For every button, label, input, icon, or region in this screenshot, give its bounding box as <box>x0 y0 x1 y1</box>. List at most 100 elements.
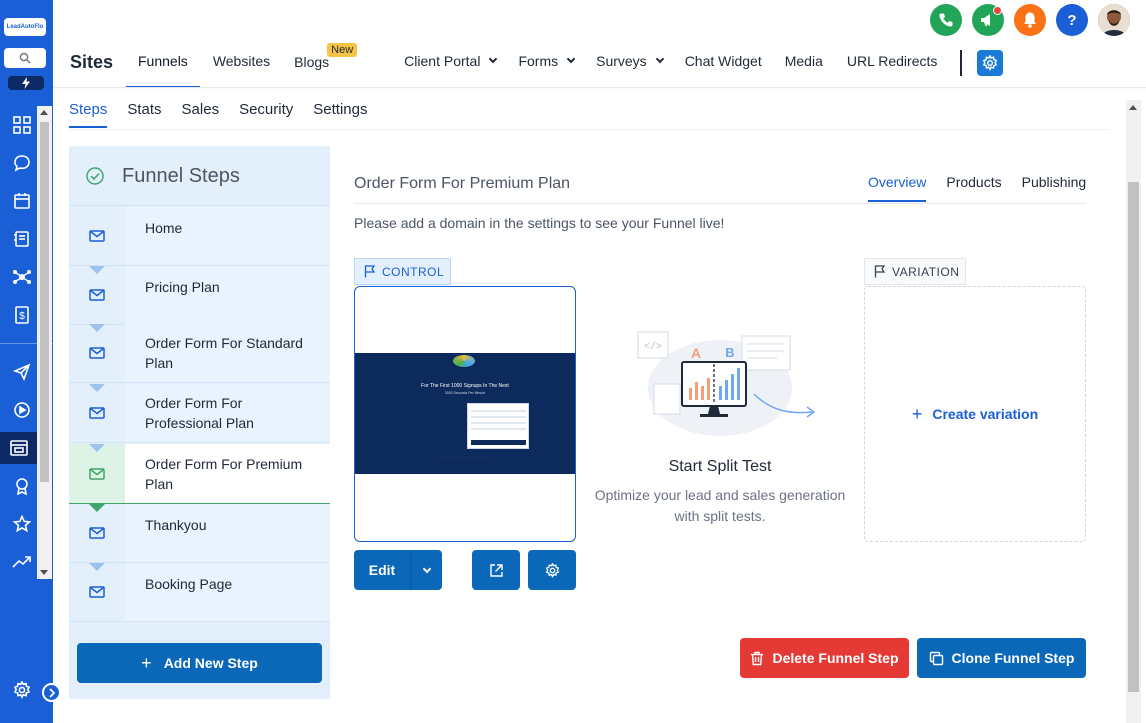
delete-funnel-step-button[interactable]: Delete Funnel Step <box>740 638 909 678</box>
conversations-nav[interactable] <box>10 151 34 175</box>
funnel-step-item[interactable]: Home <box>69 207 330 266</box>
edit-button[interactable]: Edit <box>354 550 442 590</box>
clone-funnel-step-button[interactable]: Clone Funnel Step <box>917 638 1086 678</box>
dashboard-nav[interactable] <box>10 113 34 137</box>
settings-icon <box>13 681 31 699</box>
funnel-step-item[interactable]: Booking Page <box>69 563 330 622</box>
help-button[interactable]: ? <box>1056 4 1088 36</box>
funnel-step-item[interactable]: Order Form For Professional Plan <box>69 384 330 443</box>
nav-media[interactable]: Media <box>785 44 823 88</box>
scroll-down-arrow[interactable] <box>40 570 48 575</box>
preview-logo <box>453 355 475 367</box>
help-icon: ? <box>1067 12 1076 28</box>
notifications-button[interactable] <box>1014 4 1046 36</box>
quick-actions-button[interactable] <box>8 76 44 90</box>
nav-url-redirects[interactable]: URL Redirects <box>847 44 938 88</box>
chat-icon <box>14 155 30 172</box>
scroll-thumb[interactable] <box>1128 182 1139 692</box>
tab-overview[interactable]: Overview <box>868 174 927 202</box>
preview-form-line <box>471 428 526 430</box>
svg-text:</>: </> <box>644 341 662 353</box>
nav-forms[interactable]: Forms <box>518 44 576 88</box>
page-preview-thumbnail[interactable]: For The First 1000 Signups In The Next 3… <box>354 286 576 542</box>
reviews-nav[interactable] <box>10 512 34 536</box>
bolt-icon <box>22 77 30 89</box>
reputation-nav[interactable] <box>10 474 34 498</box>
variant-b-label: B <box>725 345 734 360</box>
calendar-nav[interactable] <box>10 189 34 213</box>
search-button[interactable] <box>4 48 46 68</box>
play-icon <box>14 402 30 418</box>
tab-security[interactable]: Security <box>239 101 293 128</box>
brand-logo[interactable]: LeadAutoFlo <box>4 18 46 36</box>
funnel-step-item[interactable]: Pricing Plan <box>69 266 330 325</box>
funnel-step-item[interactable]: Order Form For Standard Plan <box>69 324 330 383</box>
avatar[interactable] <box>1098 4 1130 36</box>
reporting-nav[interactable] <box>10 550 34 574</box>
settings-nav[interactable] <box>10 678 34 702</box>
scroll-up-arrow[interactable] <box>40 110 48 115</box>
add-step-label: Add New Step <box>163 655 258 671</box>
step-connector <box>89 444 105 452</box>
mail-icon <box>89 289 105 301</box>
nav-surveys[interactable]: Surveys <box>596 44 664 88</box>
tab-steps[interactable]: Steps <box>69 101 108 128</box>
tab-products[interactable]: Products <box>946 174 1001 202</box>
step-icon-column <box>69 504 125 562</box>
network-nav[interactable] <box>10 265 34 289</box>
step-label: Order Form For Standard Plan <box>125 324 330 382</box>
create-variation-button[interactable]: + Create variation <box>912 404 1038 425</box>
payments-nav[interactable]: $ <box>10 303 34 327</box>
add-new-step-button[interactable]: + Add New Step <box>77 643 322 683</box>
search-icon <box>19 52 31 64</box>
phone-icon <box>939 13 953 27</box>
step-label: Order Form For Professional Plan <box>125 384 330 442</box>
edit-dropdown-toggle[interactable] <box>411 564 442 573</box>
sites-nav[interactable] <box>0 432 37 464</box>
preview-headline: For The First 1000 Signups In The Next <box>421 383 509 389</box>
nav-client-portal[interactable]: Client Portal <box>404 44 498 88</box>
preview-form <box>467 403 529 449</box>
phone-button[interactable] <box>930 4 962 36</box>
funnel-step-item-active[interactable]: Order Form For Premium Plan <box>69 444 330 504</box>
step-settings-button[interactable] <box>528 550 576 590</box>
nav-funnels[interactable]: Funnels <box>126 44 200 88</box>
tab-stats[interactable]: Stats <box>127 101 161 128</box>
contacts-icon <box>14 231 29 247</box>
edit-label: Edit <box>368 562 396 578</box>
marketing-nav[interactable] <box>10 360 34 384</box>
automation-nav[interactable] <box>10 398 34 422</box>
nav-websites[interactable]: Websites <box>213 44 270 88</box>
mail-icon <box>89 467 105 480</box>
scroll-up-arrow[interactable] <box>1129 105 1137 110</box>
nav-label: Funnels <box>138 53 188 69</box>
main-scrollbar[interactable] <box>1126 100 1141 723</box>
announcements-button[interactable] <box>972 4 1004 36</box>
step-icon-column <box>69 266 125 324</box>
tab-publishing[interactable]: Publishing <box>1022 174 1087 202</box>
preview-form-button <box>471 440 526 445</box>
plus-icon: + <box>911 403 923 424</box>
tab-settings[interactable]: Settings <box>313 101 367 128</box>
sites-settings-button[interactable] <box>977 50 1003 76</box>
external-link-icon <box>489 563 503 577</box>
funnel-steps-header: Funnel Steps <box>69 146 330 206</box>
funnel-step-item[interactable]: Thankyou <box>69 504 330 563</box>
nav-blogs[interactable]: Blogs New <box>294 43 358 88</box>
sidebar-scrollbar[interactable] <box>37 106 52 579</box>
nav-label: URL Redirects <box>846 53 938 69</box>
mail-icon <box>89 230 105 242</box>
step-title: Order Form For Premium Plan <box>354 175 571 192</box>
nav-chat-widget[interactable]: Chat Widget <box>685 44 762 88</box>
scroll-thumb[interactable] <box>40 122 49 482</box>
open-preview-button[interactable] <box>472 550 520 590</box>
left-sidebar: LeadAutoFlo $ <box>0 0 61 723</box>
content-divider <box>354 203 1086 204</box>
chevron-right-icon <box>48 687 55 698</box>
contacts-nav[interactable] <box>10 227 34 251</box>
control-tag: CONTROL <box>354 258 451 285</box>
tab-sales[interactable]: Sales <box>182 101 220 128</box>
step-icon-column <box>69 563 125 621</box>
expand-sidebar-button[interactable] <box>42 683 61 702</box>
star-icon <box>13 515 31 533</box>
